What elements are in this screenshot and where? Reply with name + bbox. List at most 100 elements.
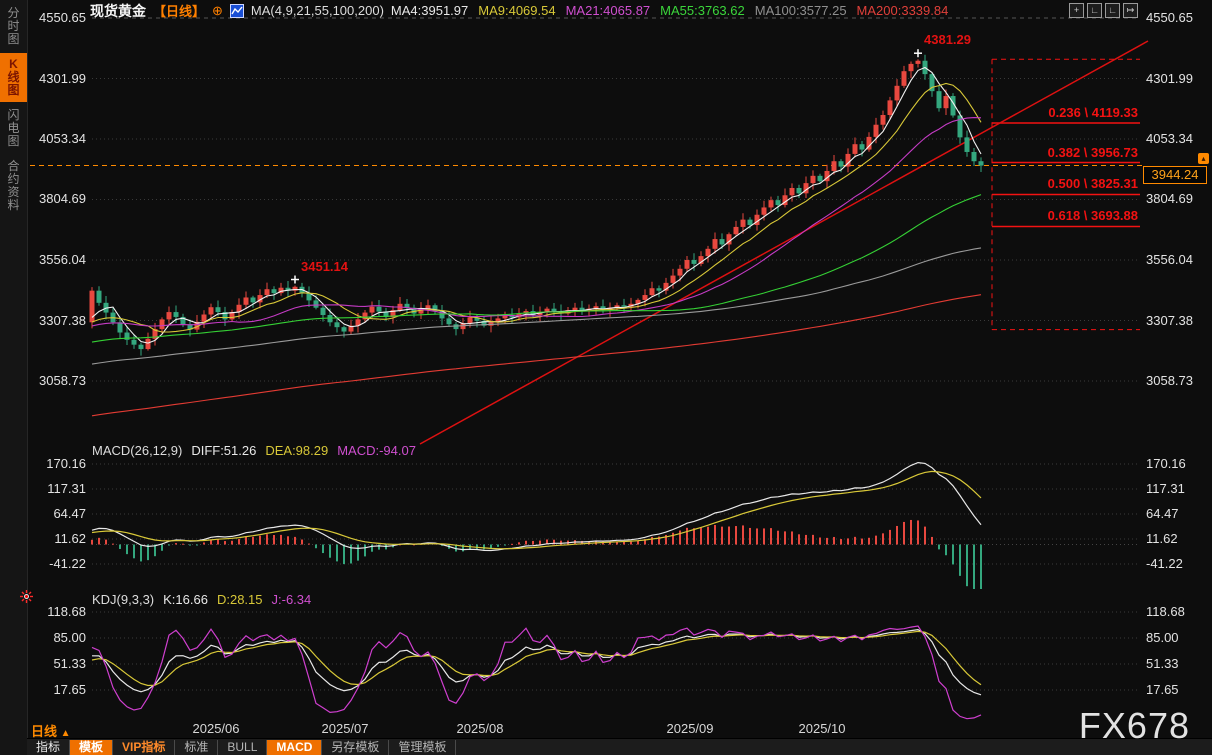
macd-axis-label-right: -41.22 xyxy=(1146,557,1208,571)
macd-histogram-bar xyxy=(672,533,674,545)
macd-axis-label-right: 64.47 xyxy=(1146,507,1208,521)
macd-histogram-bar xyxy=(959,545,961,576)
sidebar-item-分时图[interactable]: 分时图 xyxy=(0,2,27,51)
macd-axis-label-left: 170.16 xyxy=(28,457,86,471)
macd-histogram-bar xyxy=(861,539,863,545)
macd-histogram-bar xyxy=(539,541,541,545)
toolbar-item-MACD[interactable]: MACD xyxy=(267,740,322,755)
candle-body xyxy=(139,345,144,349)
candle-body xyxy=(90,291,95,323)
trendline xyxy=(420,41,1148,444)
scroll-right-button[interactable]: ↦ xyxy=(1123,3,1138,18)
candle-body xyxy=(741,220,746,227)
toolbar-item-VIP指标[interactable]: VIP指标 xyxy=(113,740,175,755)
chart-type-icon[interactable] xyxy=(230,4,244,18)
ma-value: MA21:4065.87 xyxy=(566,3,651,18)
y-axis-label-left: 4550.65 xyxy=(28,11,86,25)
sidebar-item-合约资料[interactable]: 合约资料 xyxy=(0,155,27,217)
macd-histogram-bar xyxy=(560,541,562,545)
sidebar-item-K线图[interactable]: K线图 xyxy=(0,53,27,102)
candle-body xyxy=(881,115,886,125)
fib-level-label: 0.236 \ 4119.33 xyxy=(990,106,1138,120)
sidebar-item-闪电图[interactable]: 闪电图 xyxy=(0,104,27,153)
expand-icon[interactable]: ⊕ xyxy=(212,3,223,19)
candle-body xyxy=(468,317,473,323)
x-axis-row: 日线 ▲ xyxy=(27,719,1212,738)
ma-value: MA4:3951.97 xyxy=(391,3,468,18)
candle-body xyxy=(622,305,627,306)
y-axis-label-left: 4301.99 xyxy=(28,72,86,86)
macd-histogram-bar xyxy=(259,536,261,545)
toolbar-item-另存模板[interactable]: 另存模板 xyxy=(322,740,389,755)
macd-histogram-bar xyxy=(924,527,926,545)
macd-histogram-bar xyxy=(112,544,114,545)
kdj-axis-label-right: 85.00 xyxy=(1146,631,1208,645)
y-axis-label-right: 3804.69 xyxy=(1146,192,1208,206)
macd-histogram-bar xyxy=(973,545,975,590)
macd-histogram-bar xyxy=(518,542,520,544)
macd-axis-label-left: 64.47 xyxy=(28,507,86,521)
candle-body xyxy=(174,312,179,317)
macd-histogram-bar xyxy=(896,526,898,545)
macd-axis-label-left: 117.31 xyxy=(28,482,86,496)
macd-histogram-bar xyxy=(231,541,233,545)
macd-histogram-bar xyxy=(126,545,128,555)
macd-histogram-bar xyxy=(805,535,807,545)
candle-body xyxy=(839,161,844,166)
y-axis-scale-button[interactable]: ∟ xyxy=(1087,3,1102,18)
macd-histogram-bar xyxy=(686,528,688,545)
candle-body xyxy=(657,288,662,290)
bottom-toolbar: 指标模板VIP指标标准BULLMACD另存模板管理模板 xyxy=(27,738,1212,755)
toolbar-item-指标[interactable]: 指标 xyxy=(27,740,70,755)
macd-histogram-bar xyxy=(700,528,702,545)
macd-histogram-bar xyxy=(161,545,163,551)
toolbar-item-BULL[interactable]: BULL xyxy=(218,740,267,755)
candle-body xyxy=(895,86,900,101)
candle-body xyxy=(265,289,270,295)
macd-histogram-bar xyxy=(497,545,499,547)
candle-body xyxy=(671,276,676,283)
candle-body xyxy=(552,309,557,311)
candle-body xyxy=(874,125,879,137)
macd-histogram-bar xyxy=(756,528,758,544)
macd-histogram-bar xyxy=(315,545,317,549)
candle-body xyxy=(762,207,767,214)
y-axis-label-right: 3556.04 xyxy=(1146,253,1208,267)
macd-histogram-bar xyxy=(714,525,716,545)
macd-title: MACD(26,12,9) xyxy=(92,443,182,458)
kdj-value: J:-6.34 xyxy=(272,592,312,607)
candle-body xyxy=(860,144,865,149)
candle-body xyxy=(209,307,214,314)
candle-body xyxy=(853,144,858,154)
candle-body xyxy=(937,91,942,108)
macd-histogram-bar xyxy=(336,545,338,562)
macd-histogram-bar xyxy=(770,528,772,544)
fib-level-label: 0.500 \ 3825.31 xyxy=(990,177,1138,191)
macd-histogram-bar xyxy=(329,545,331,558)
candle-body xyxy=(335,322,340,327)
kdj-axis-label-right: 118.68 xyxy=(1146,605,1208,619)
candle-body xyxy=(685,260,690,269)
chart-tool-buttons: +∟∟↦ xyxy=(1069,3,1138,18)
x-axis-scale-button[interactable]: ∟ xyxy=(1105,3,1120,18)
y-axis-label-left: 3556.04 xyxy=(28,253,86,267)
macd-histogram-bar xyxy=(532,541,534,545)
candle-body xyxy=(202,315,207,322)
price-alert-icon[interactable]: ▴ xyxy=(1198,153,1209,164)
macd-value: DEA:98.29 xyxy=(265,443,328,458)
toolbar-item-模板[interactable]: 模板 xyxy=(70,740,113,755)
fib-level-label: 0.382 \ 3956.73 xyxy=(990,146,1138,160)
candle-body xyxy=(118,322,123,332)
kdj-axis-label-left: 85.00 xyxy=(28,631,86,645)
toolbar-item-管理模板[interactable]: 管理模板 xyxy=(389,740,456,755)
macd-histogram-bar xyxy=(133,545,135,559)
y-axis-label-left: 4053.34 xyxy=(28,132,86,146)
macd-histogram-bar xyxy=(252,537,254,545)
candle-body xyxy=(909,64,914,71)
ma-value: MA9:4069.54 xyxy=(478,3,555,18)
pan-button[interactable]: + xyxy=(1069,3,1084,18)
macd-histogram-bar xyxy=(203,542,205,544)
macd-value: MACD:-94.07 xyxy=(337,443,416,458)
kdj-d-line xyxy=(92,631,981,685)
toolbar-item-标准[interactable]: 标准 xyxy=(175,740,218,755)
